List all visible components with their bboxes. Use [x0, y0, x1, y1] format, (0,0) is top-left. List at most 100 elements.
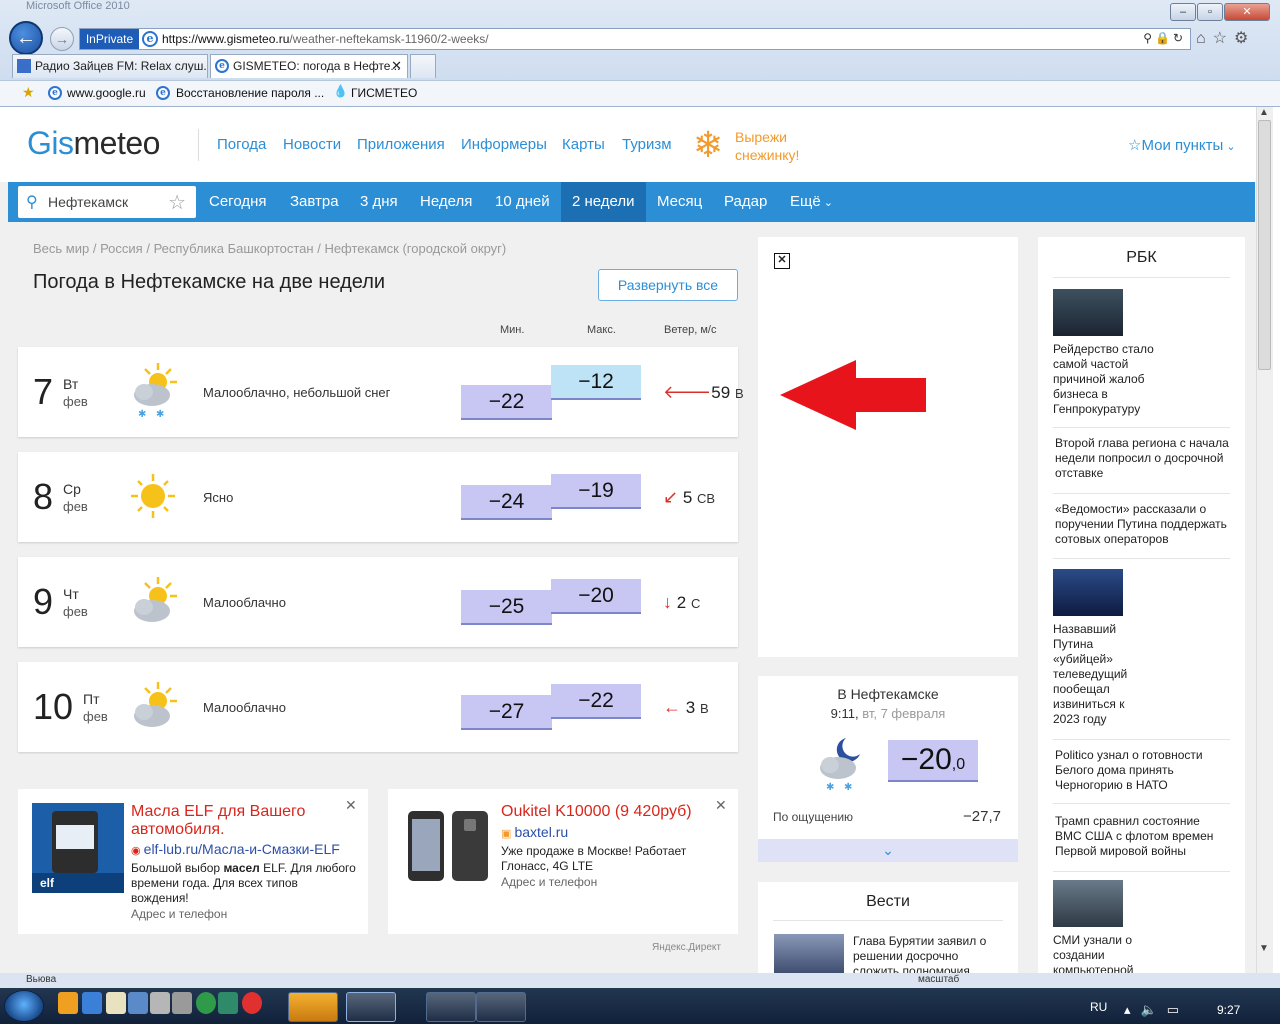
wind-arrow-icon: 🡐 [663, 382, 712, 402]
day-row[interactable]: 9 Чт фев Малооблачно −25 −20 ↓ 2 С [18, 557, 738, 647]
refresh-icon[interactable]: ↻ [1173, 31, 1186, 45]
scrollbar-thumb[interactable] [1258, 120, 1271, 370]
ad-link[interactable]: ▣ baxtel.ru [501, 824, 568, 840]
snowflake-icon[interactable]: ❄ [693, 127, 723, 163]
news-item[interactable]: СМИ узнали о создании компьютерной [1053, 880, 1231, 973]
broken-image-icon[interactable]: ✕ [774, 253, 790, 269]
tab-gismeteo[interactable]: e GISMETEO: погода в Нефте... ✕ [210, 54, 408, 78]
news-item[interactable]: Politico узнал о готовности Белого дома … [1055, 748, 1225, 793]
nav-prilozheniya[interactable]: Приложения [357, 136, 445, 153]
tab-week[interactable]: Неделя [420, 182, 472, 222]
network-icon[interactable]: ▭ [1167, 1002, 1189, 1017]
add-favorites-star-icon[interactable]: ★ [22, 84, 35, 101]
news-headline[interactable]: Глава Бурятии заявил о решении досрочно … [853, 934, 1003, 973]
favorite-star-icon[interactable]: ☆ [168, 190, 186, 215]
globe-icon[interactable] [196, 992, 216, 1014]
tab-radar[interactable]: Радар [724, 182, 767, 222]
day-row[interactable]: 8 Ср фев Ясно −24 −19 ↙ 5 СВ [18, 452, 738, 542]
desktop-icon[interactable] [128, 992, 148, 1014]
nav-pogoda[interactable]: Погода [217, 136, 266, 153]
news-thumbnail[interactable] [774, 934, 844, 973]
taskbar-office-window[interactable] [288, 992, 338, 1022]
tab-today[interactable]: Сегодня [209, 182, 267, 222]
news-item[interactable]: Рейдерство стало самой частой причиной ж… [1053, 289, 1231, 417]
calculator-icon[interactable] [218, 992, 238, 1014]
yandex-direct-label[interactable]: Яндекс.Директ [652, 942, 721, 953]
address-bar[interactable]: InPrivate e https://www.gismeteo.ru/weat… [79, 28, 1191, 50]
language-indicator[interactable]: RU [1090, 1000, 1107, 1014]
news-item[interactable]: Назвавший Путина «убийцей» телеведущий п… [1053, 569, 1231, 727]
close-tab-icon[interactable]: ✕ [391, 55, 402, 77]
scroll-up-icon[interactable]: ▲ [1259, 107, 1269, 118]
nav-karty[interactable]: Карты [562, 136, 605, 153]
breadcrumb-region[interactable]: Республика Башкортостан [154, 241, 314, 256]
office-icon[interactable] [58, 992, 78, 1014]
expand-current-button[interactable]: ⌄ [758, 839, 1018, 862]
tab-10-days[interactable]: 10 дней [495, 182, 550, 222]
ad-title[interactable]: Масла ELF для Вашего автомобиля. [131, 803, 331, 839]
inprivate-badge[interactable]: InPrivate [80, 29, 139, 49]
city-search-field[interactable]: ⚲ Нефтекамск ☆ [18, 186, 196, 218]
tab-2-weeks[interactable]: 2 недели [561, 182, 646, 222]
folder-icon[interactable] [106, 992, 126, 1014]
close-ad-icon[interactable]: ✕ [345, 797, 357, 814]
chevron-up-icon[interactable]: ▴ [1124, 1002, 1141, 1017]
forward-button[interactable]: → [50, 27, 74, 51]
url-text[interactable]: https://www.gismeteo.ru/weather-neftekam… [162, 32, 489, 46]
lock-icon[interactable]: 🔒 [1155, 31, 1173, 45]
taskbar-app-window[interactable] [426, 992, 476, 1022]
back-button[interactable]: ← [9, 21, 43, 55]
volume-icon[interactable]: 🔈 [1141, 1002, 1167, 1017]
breadcrumb-world[interactable]: Весь мир [33, 241, 89, 256]
fav-google[interactable]: www.google.ru [67, 86, 146, 100]
ad-link[interactable]: ◉ elf-lub.ru/Масла-и-Смазки-ELF [131, 841, 340, 857]
minimize-button[interactable]: ‒ [1170, 3, 1196, 21]
people-icon[interactable] [172, 992, 192, 1014]
close-window-button[interactable]: ✕ [1224, 3, 1270, 21]
gismeteo-drop-icon: 💧 [333, 84, 348, 98]
news-item[interactable]: Трамп сравнил состояние ВМС США с флотом… [1055, 814, 1225, 859]
antivirus-icon[interactable] [242, 992, 262, 1014]
zoom-label[interactable]: масштаб [918, 974, 959, 985]
news-item[interactable]: «Ведомости» рассказали о поручении Путин… [1055, 502, 1233, 547]
nav-novosti[interactable]: Новости [283, 136, 341, 153]
new-tab-button[interactable] [410, 54, 436, 78]
home-icon[interactable]: ⌂ [1196, 30, 1213, 47]
nav-turizm[interactable]: Туризм [622, 136, 672, 153]
clock[interactable]: 9:27 [1217, 1003, 1240, 1017]
ad-title[interactable]: Oukitel K10000 (9 420руб) [501, 803, 701, 821]
start-button[interactable] [4, 990, 44, 1022]
favorites-star-icon[interactable]: ☆ [1213, 30, 1234, 47]
gismeteo-logo[interactable]: Gismeteo [27, 125, 160, 162]
day-row[interactable]: 10 Пт фев Малооблачно −27 −22 ← 3 В [18, 662, 738, 752]
fav-gismeteo[interactable]: ГИСМЕТЕО [351, 86, 417, 100]
ie-taskbar-icon[interactable] [82, 992, 102, 1014]
tab-radio[interactable]: Радио Зайцев FM: Relax слуш... [12, 54, 208, 78]
expand-all-button[interactable]: Развернуть все [598, 269, 738, 301]
news-item[interactable]: Второй глава региона с начала недели поп… [1055, 436, 1233, 481]
tab-month[interactable]: Месяц [657, 182, 702, 222]
nav-informery[interactable]: Информеры [461, 136, 547, 153]
gear-icon[interactable]: ⚙ [1234, 30, 1255, 47]
ad-address-link[interactable]: Адрес и телефон [131, 907, 227, 921]
my-points-button[interactable]: ☆Мои пункты ⌄ [1128, 136, 1236, 154]
scroll-down-icon[interactable]: ▼ [1259, 943, 1269, 954]
tab-tomorrow[interactable]: Завтра [290, 182, 339, 222]
taskbar-ie-window[interactable] [346, 992, 396, 1022]
city-search-value[interactable]: Нефтекамск [48, 194, 128, 210]
close-ad-icon[interactable]: ✕ [715, 797, 727, 814]
fav-password-recovery[interactable]: Восстановление пароля ... [176, 86, 324, 100]
search-icon[interactable]: ⚲ [1143, 31, 1155, 45]
breadcrumb-city[interactable]: Нефтекамск (городской округ) [324, 241, 506, 256]
taskbar-app-window[interactable] [476, 992, 526, 1022]
ad-oukitel[interactable]: Oukitel K10000 (9 420руб) ▣ baxtel.ru Уж… [388, 789, 738, 934]
ad-address-link[interactable]: Адрес и телефон [501, 875, 597, 889]
day-row[interactable]: 7 Вт фев ✱ ✱ Малооблачно, небольшой снег −… [18, 347, 744, 437]
maximize-button[interactable]: ▫ [1197, 3, 1223, 21]
tab-more[interactable]: Ещё ⌄ [790, 182, 833, 222]
ad-elf[interactable]: elf Масла ELF для Вашего автомобиля. ◉ e… [18, 789, 368, 934]
tab-3-days[interactable]: 3 дня [360, 182, 398, 222]
people-icon[interactable] [150, 992, 170, 1014]
promo-link[interactable]: Вырежи снежинку! [735, 128, 799, 164]
breadcrumb-russia[interactable]: Россия [100, 241, 143, 256]
